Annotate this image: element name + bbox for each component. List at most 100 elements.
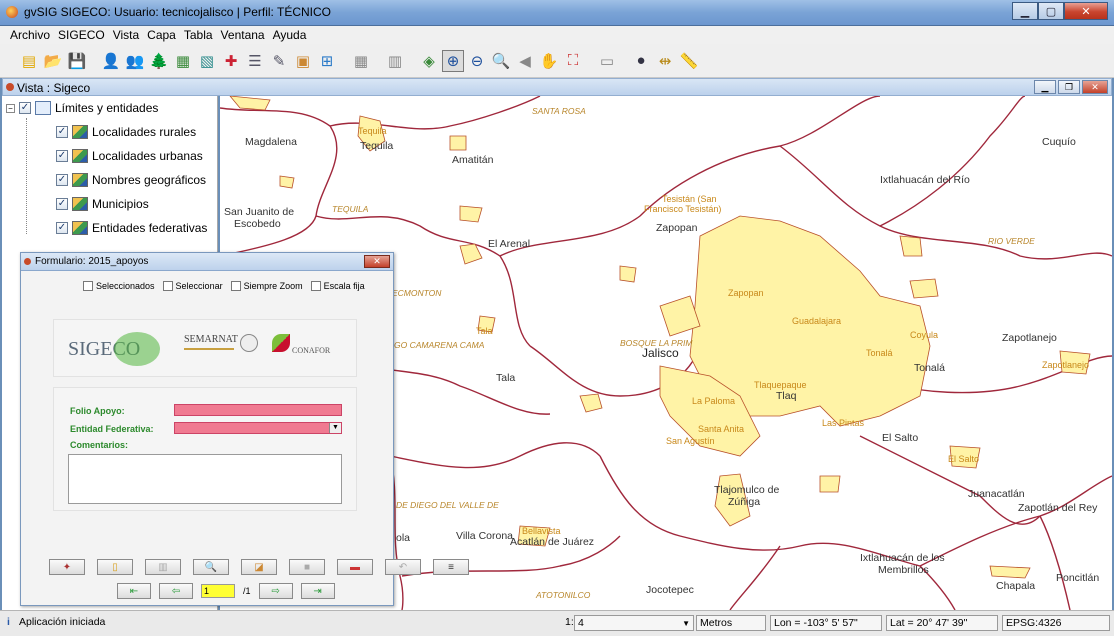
new-record-button[interactable]: ▯ xyxy=(97,559,133,575)
window-icon[interactable]: ▭ xyxy=(596,50,618,72)
toc-layer-entidades-federativas[interactable]: ✓ Entidades federativas xyxy=(56,218,207,238)
person-icon[interactable]: 👤 xyxy=(100,50,122,72)
delete-record-button[interactable]: ▬ xyxy=(337,559,373,575)
group-checkbox[interactable]: ✓ xyxy=(19,102,31,114)
layer-checkbox[interactable]: ✓ xyxy=(56,174,68,186)
zoom-in-icon[interactable]: ⊕ xyxy=(442,49,464,72)
add-icon[interactable]: ▣ xyxy=(292,50,314,72)
map-label: Zapotlán del Rey xyxy=(1018,502,1098,514)
new-icon[interactable]: ▤ xyxy=(18,50,40,72)
hand-icon[interactable]: ✋ xyxy=(538,50,560,72)
map-label: Chapala xyxy=(996,580,1036,592)
layer-checkbox[interactable]: ✓ xyxy=(56,222,68,234)
next-record-button[interactable]: ⇨ xyxy=(258,583,293,599)
menu-tabla[interactable]: Tabla xyxy=(180,28,217,42)
view-title: Vista : Sigeco xyxy=(17,81,91,95)
checkbox[interactable] xyxy=(230,281,241,291)
tree-icon[interactable]: 🌲 xyxy=(148,50,170,72)
menu-archivo[interactable]: Archivo xyxy=(6,28,54,42)
opt-seleccionados[interactable]: Seleccionados xyxy=(83,281,155,291)
map-label: Zúñiga xyxy=(728,496,761,508)
map-label: San Agustín xyxy=(666,436,715,446)
checkbox[interactable] xyxy=(310,281,321,291)
checkbox[interactable] xyxy=(162,281,173,291)
doc-icon[interactable]: ☰ xyxy=(244,50,266,72)
ruler-icon[interactable]: 📏 xyxy=(678,50,700,72)
map-label: GO CAMARENA CAMA xyxy=(394,340,485,350)
map-label: Amatitán xyxy=(452,154,494,166)
maximize-button[interactable]: ▢ xyxy=(1038,2,1064,20)
zoom-out-icon[interactable]: ⊖ xyxy=(466,50,488,72)
copy-button[interactable]: ▥ xyxy=(145,559,181,575)
info-icon[interactable]: ● xyxy=(630,50,652,72)
page-total: /1 xyxy=(243,586,251,596)
menu-ayuda[interactable]: Ayuda xyxy=(269,28,311,42)
zoom-select-icon[interactable]: 🔍 xyxy=(490,50,512,72)
folio-input[interactable] xyxy=(174,404,342,416)
map-label: ola xyxy=(396,532,411,544)
toc-layer-localidades-urbanas[interactable]: ✓ Localidades urbanas xyxy=(56,146,203,166)
layers-icon[interactable]: ▦ xyxy=(172,50,194,72)
layers-stack-icon[interactable]: ◈ xyxy=(418,50,440,72)
form-close-button[interactable]: ✕ xyxy=(364,255,390,268)
zoom-record-button[interactable]: 🔍 xyxy=(193,559,229,575)
checkbox[interactable] xyxy=(83,281,93,291)
people-icon[interactable]: 👥 xyxy=(124,50,146,72)
layer-checkbox[interactable]: ✓ xyxy=(56,150,68,162)
menu-ventana[interactable]: Ventana xyxy=(217,28,269,42)
chevron-down-icon[interactable]: ▼ xyxy=(329,423,341,433)
view-restore-button[interactable]: ❐ xyxy=(1058,80,1080,94)
add-layer-plus-icon[interactable]: ⊞ xyxy=(316,50,338,72)
prev-record-button[interactable]: ⇦ xyxy=(159,583,193,599)
comentarios-textarea[interactable] xyxy=(68,454,342,504)
filter-button[interactable]: ✦ xyxy=(49,559,85,575)
toc-group-limites[interactable]: − ✓ Límites y entidades xyxy=(6,98,158,118)
layer-label: Localidades rurales xyxy=(92,125,197,139)
map-label: Membrillos xyxy=(878,564,929,576)
open-icon[interactable]: 📂 xyxy=(42,50,64,72)
map-label: RIO VERDE xyxy=(988,236,1035,246)
collapse-icon[interactable]: − xyxy=(6,103,15,113)
menu-sigeco[interactable]: SIGECO xyxy=(54,28,109,42)
entidad-select[interactable]: ▼ xyxy=(174,422,342,434)
toc-layer-localidades-rurales[interactable]: ✓ Localidades rurales xyxy=(56,122,196,142)
full-extent-icon[interactable]: ⛶ xyxy=(562,50,584,72)
page-input[interactable]: 1 xyxy=(201,584,235,598)
view-minimize-button[interactable]: ▁ xyxy=(1034,80,1056,94)
layer-checkbox[interactable]: ✓ xyxy=(56,198,68,210)
toc-group-label: Límites y entidades xyxy=(55,101,159,115)
view-close-button[interactable]: ✕ xyxy=(1082,80,1108,94)
minimize-button[interactable]: ▁ xyxy=(1012,2,1038,20)
pan-arrow-icon[interactable]: ◀ xyxy=(514,50,536,72)
save-icon[interactable]: 💾 xyxy=(66,50,88,72)
map-label: Tlajomulco de xyxy=(714,484,780,496)
scale-value: 4 xyxy=(578,617,584,629)
menu-capa[interactable]: Capa xyxy=(143,28,180,42)
map-label: Santa Anita xyxy=(698,424,745,434)
chevron-down-icon[interactable]: ▼ xyxy=(682,616,690,631)
last-record-button[interactable]: ⇥ xyxy=(300,583,335,599)
measure-icon[interactable]: ⇹ xyxy=(654,50,676,72)
save-record-button[interactable]: ■ xyxy=(289,559,325,575)
select-record-button[interactable]: ◪ xyxy=(241,559,277,575)
first-record-button[interactable]: ⇤ xyxy=(117,583,151,599)
map-label: Acatlán de Juárez xyxy=(510,536,595,548)
opt-escala-fija[interactable]: Escala fija xyxy=(310,281,365,291)
grid-icon[interactable]: ▦ xyxy=(350,50,372,72)
add-layer-icon[interactable]: ▧ xyxy=(196,50,218,72)
close-button[interactable]: ✕ xyxy=(1064,2,1108,20)
undo-button[interactable]: ↶ xyxy=(385,559,421,575)
opt-siempre-zoom[interactable]: Siempre Zoom xyxy=(230,281,303,291)
toc-layer-municipios[interactable]: ✓ Municipios xyxy=(56,194,149,214)
menu-vista[interactable]: Vista xyxy=(109,28,143,42)
list-icon[interactable]: ✚ xyxy=(220,50,242,72)
scale-combo[interactable]: 4 ▼ xyxy=(574,615,694,631)
toc-layer-nombres-geograficos[interactable]: ✓ Nombres geográficos xyxy=(56,170,206,190)
edit-icon[interactable]: ✎ xyxy=(268,50,290,72)
opt-seleccionar[interactable]: Seleccionar xyxy=(162,281,223,291)
layer-checkbox[interactable]: ✓ xyxy=(56,126,68,138)
sort-button[interactable]: ≡ xyxy=(433,559,469,575)
table-icon[interactable]: ▥ xyxy=(384,50,406,72)
map-label: Tesistán (San xyxy=(662,194,717,204)
fields-panel: Folio Apoyo: Entidad Federativa: ▼ Comen… xyxy=(53,387,357,511)
